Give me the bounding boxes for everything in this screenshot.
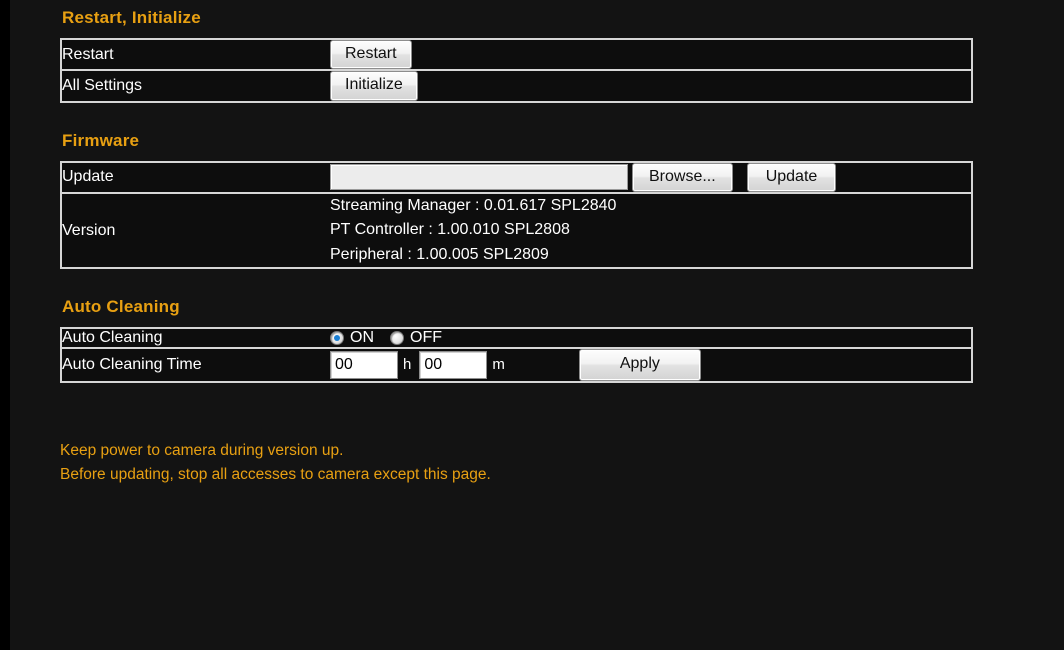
version-list: Streaming Manager : 0.01.617 SPL2840 PT … xyxy=(330,194,971,267)
table-row-auto-cleaning-time: Auto Cleaning Time h m Apply xyxy=(62,347,971,381)
version-line-peripheral: Peripheral : 1.00.005 SPL2809 xyxy=(330,245,549,263)
table-row-update: Update Browse... Update xyxy=(62,162,971,193)
row-field-auto-cleaning-time: h m Apply xyxy=(330,347,971,381)
row-label-auto-cleaning-time: Auto Cleaning Time xyxy=(62,347,330,380)
page-content: Restart, Initialize Restart Restart All … xyxy=(0,0,1064,487)
section-firmware: Firmware Update Browse... Update Version xyxy=(0,130,1064,270)
section-title-auto-cleaning: Auto Cleaning xyxy=(62,297,180,317)
auto-cleaning-radio-group: ON OFF xyxy=(330,329,971,347)
notice-block: Keep power to camera during version up. … xyxy=(0,439,1064,487)
row-label-restart: Restart xyxy=(62,45,114,63)
notice-line-1: Keep power to camera during version up. xyxy=(60,441,344,459)
radio-on-icon[interactable] xyxy=(330,331,344,346)
auto-cleaning-time-row: h m Apply xyxy=(330,349,971,381)
row-field-all-settings: Initialize xyxy=(330,69,971,101)
radio-option-off[interactable]: OFF xyxy=(390,329,442,347)
auto-cleaning-hours-input[interactable] xyxy=(330,350,398,379)
radio-off-icon[interactable] xyxy=(390,331,404,346)
row-label-all-settings: All Settings xyxy=(62,69,330,100)
table-row-restart: Restart Restart xyxy=(62,40,971,70)
apply-button[interactable]: Apply xyxy=(578,349,701,381)
table-row-version: Version Streaming Manager : 0.01.617 SPL… xyxy=(62,192,971,267)
radio-off-label: OFF xyxy=(410,329,442,347)
firmware-table: Update Browse... Update Version Streamin… xyxy=(60,160,973,270)
auto-cleaning-table: Auto Cleaning ON OFF Auto Cleaning Time … xyxy=(60,327,973,383)
row-field-update: Browse... Update xyxy=(330,162,971,193)
section-title-firmware: Firmware xyxy=(62,130,140,150)
version-line-pt-controller: PT Controller : 1.00.010 SPL2808 xyxy=(330,221,570,239)
firmware-file-row: Browse... Update xyxy=(330,162,971,193)
section-title-restart-initialize: Restart, Initialize xyxy=(62,8,201,27)
initialize-button[interactable]: Initialize xyxy=(330,71,418,101)
firmware-update-button[interactable]: Update xyxy=(746,162,837,193)
browse-button[interactable]: Browse... xyxy=(632,162,733,193)
radio-on-label: ON xyxy=(350,329,374,347)
row-field-restart: Restart xyxy=(330,40,971,70)
firmware-file-input[interactable] xyxy=(330,164,628,191)
section-restart-initialize: Restart, Initialize Restart Restart All … xyxy=(0,0,1064,103)
row-label-auto-cleaning: Auto Cleaning xyxy=(62,329,163,347)
minutes-unit-label: m xyxy=(492,356,505,374)
notice-line-2: Before updating, stop all accesses to ca… xyxy=(60,465,491,483)
restart-button[interactable]: Restart xyxy=(330,40,412,70)
row-label-version: Version xyxy=(62,192,330,267)
maintenance-page: Restart, Initialize Restart Restart All … xyxy=(0,0,1064,650)
row-field-version: Streaming Manager : 0.01.617 SPL2840 PT … xyxy=(330,192,971,267)
restart-initialize-table: Restart Restart All Settings Initialize xyxy=(60,38,973,103)
version-line-streaming-manager: Streaming Manager : 0.01.617 SPL2840 xyxy=(330,197,617,215)
table-row-auto-cleaning-toggle: Auto Cleaning ON OFF xyxy=(62,329,971,347)
row-field-auto-cleaning: ON OFF xyxy=(330,329,971,347)
auto-cleaning-minutes-input[interactable] xyxy=(419,350,488,379)
table-row-all-settings: All Settings Initialize xyxy=(62,69,971,101)
section-auto-cleaning: Auto Cleaning Auto Cleaning ON OFF Auto … xyxy=(0,297,1064,383)
row-label-update: Update xyxy=(62,168,114,186)
hours-unit-label: h xyxy=(403,356,412,374)
radio-option-on[interactable]: ON xyxy=(330,329,374,347)
